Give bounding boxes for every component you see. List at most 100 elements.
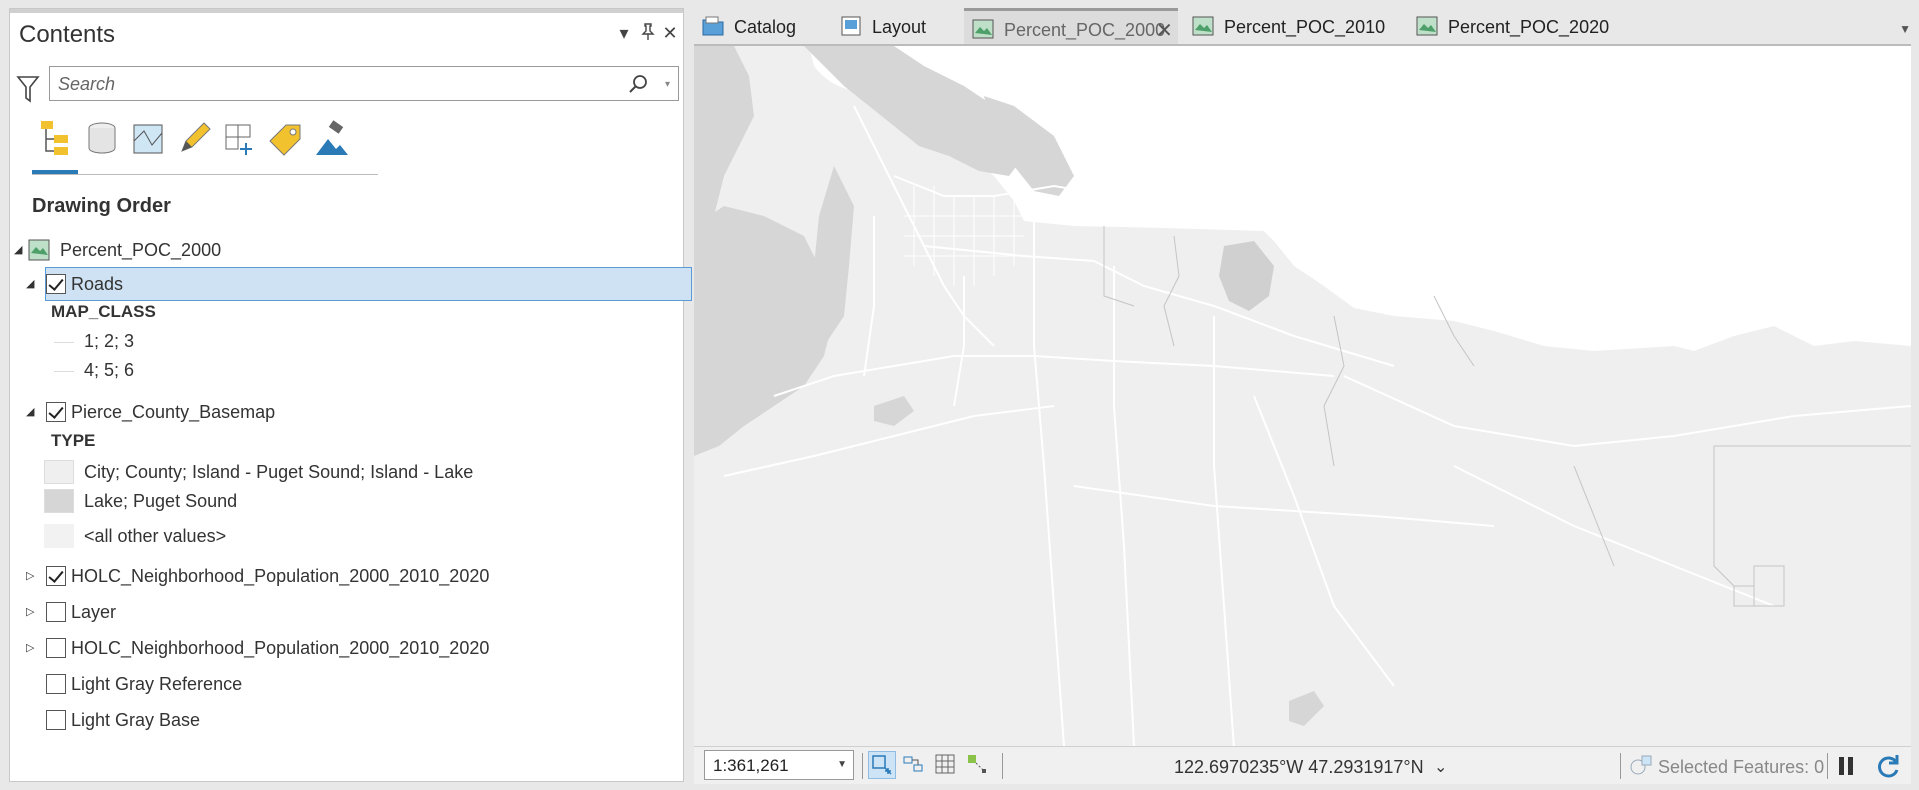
- arcgis-pro-window: Contents ▾ ✕ ▾: [0, 0, 1919, 790]
- layer-visibility-checkbox[interactable]: [46, 602, 66, 622]
- search-input[interactable]: [58, 73, 618, 95]
- layer-name: Roads: [71, 274, 124, 294]
- scale-value: 1:361,261: [713, 756, 789, 775]
- tab-percent-poc-2020[interactable]: Percent_POC_2020: [1408, 8, 1609, 44]
- tab-layout[interactable]: Layout: [832, 8, 952, 44]
- fixed-zoom-icon[interactable]: [868, 751, 896, 779]
- divider: [1827, 753, 1828, 779]
- tabs-overflow-chevron-icon[interactable]: ▼: [1899, 22, 1911, 36]
- map-status-bar: 1:361,261 ▼ 122.6970235°W 47.2931917°N ⌄…: [694, 746, 1911, 784]
- layout-icon: [840, 16, 862, 36]
- close-tab-icon[interactable]: ✕: [1156, 18, 1173, 43]
- legend-fill-swatch: [44, 460, 74, 484]
- legend-fill-swatch: [44, 524, 74, 548]
- layer-visibility-checkbox[interactable]: [46, 710, 66, 730]
- drawing-order-heading: Drawing Order: [32, 195, 171, 217]
- active-tool-indicator: [32, 170, 78, 174]
- tab-percent-poc-2010[interactable]: Percent_POC_2010: [1184, 8, 1386, 44]
- tab-label: Percent_POC_2010: [1224, 17, 1386, 37]
- grid-icon[interactable]: [932, 751, 960, 779]
- selected-features-icon[interactable]: [1628, 753, 1654, 779]
- map-icon: [1416, 16, 1438, 36]
- tab-percent-poc-2000[interactable]: Percent_POC_2000 ✕: [964, 8, 1178, 44]
- legend-class-label: 1; 2; 3: [84, 331, 135, 351]
- legend-field-heading: TYPE: [51, 431, 96, 450]
- list-by-editing-icon[interactable]: [174, 119, 214, 159]
- chevron-down-icon[interactable]: ⌄: [1434, 757, 1447, 777]
- list-by-perspective-imagery-icon[interactable]: [312, 119, 352, 159]
- layer-visibility-checkbox[interactable]: [46, 566, 66, 586]
- map-icon: [1192, 16, 1214, 36]
- tree-map-item[interactable]: ◢ Percent_POC_2000: [10, 233, 683, 267]
- legend-class-label: City; County; Island - Puget Sound; Isla…: [84, 462, 474, 482]
- tree-layer-group[interactable]: ▷ Layer: [10, 595, 683, 629]
- layer-name: Pierce_County_Basemap: [71, 402, 276, 422]
- tab-label: Catalog: [734, 17, 797, 37]
- expand-icon[interactable]: ▷: [26, 641, 38, 655]
- list-by-selection-icon[interactable]: [128, 119, 168, 159]
- collapse-icon[interactable]: ◢: [14, 243, 26, 257]
- layer-visibility-checkbox[interactable]: [46, 638, 66, 658]
- map-view[interactable]: [694, 44, 1911, 746]
- legend-line-swatch: [54, 371, 74, 372]
- divider: [1002, 753, 1003, 779]
- pin-icon[interactable]: [637, 23, 659, 46]
- legend-field-heading: MAP_CLASS: [51, 302, 156, 321]
- catalog-icon: [702, 16, 724, 36]
- layer-visibility-checkbox[interactable]: [46, 674, 66, 694]
- legend-class-label: Lake; Puget Sound: [84, 491, 238, 511]
- filter-icon[interactable]: [16, 74, 40, 104]
- divider: [1620, 753, 1621, 779]
- layer-name: HOLC_Neighborhood_Population_2000_2010_2…: [71, 566, 490, 586]
- search-options-chevron-icon[interactable]: ▾: [665, 79, 670, 90]
- layer-name: Light Gray Reference: [71, 674, 243, 694]
- contents-title: Contents: [19, 21, 116, 48]
- pane-menu-chevron-icon[interactable]: ▾: [613, 23, 635, 44]
- view-tabs: Catalog Layout Percent_POC_2000 ✕ Percen…: [694, 8, 1919, 46]
- contents-pane: Contents ▾ ✕ ▾: [9, 8, 692, 782]
- legend-fill-swatch: [44, 489, 74, 513]
- divider: [862, 753, 863, 779]
- list-by-snapping-icon[interactable]: [220, 119, 260, 159]
- tree-layer-reference[interactable]: Light Gray Reference: [10, 667, 683, 701]
- layer-name: Layer: [71, 602, 117, 622]
- tree-layer-roads[interactable]: ◢ Roads: [10, 267, 683, 301]
- layer-name: Light Gray Base: [71, 710, 201, 730]
- tab-label: Layout: [872, 17, 927, 37]
- tree-layer-holc[interactable]: ▷ HOLC_Neighborhood_Population_2000_2010…: [10, 631, 683, 665]
- snapping-icon[interactable]: [964, 751, 992, 779]
- tree-layer-base[interactable]: Light Gray Base: [10, 703, 683, 737]
- pause-drawing-icon[interactable]: [1837, 755, 1855, 777]
- search-box[interactable]: ▾: [49, 66, 679, 101]
- tree-layer-holc[interactable]: ▷ HOLC_Neighborhood_Population_2000_2010…: [10, 559, 683, 593]
- tab-label: Percent_POC_2000: [1004, 20, 1166, 40]
- selected-features-count: Selected Features: 0: [1658, 757, 1825, 777]
- scale-dropdown[interactable]: 1:361,261 ▼: [704, 750, 854, 780]
- layer-visibility-checkbox[interactable]: [46, 274, 66, 294]
- list-by-source-icon[interactable]: [82, 119, 122, 159]
- layer-visibility-checkbox[interactable]: [46, 402, 66, 422]
- list-by-labeling-icon[interactable]: [266, 119, 306, 159]
- legend-class-label: <all other values>: [84, 526, 227, 546]
- legend-class-label: 4; 5; 6: [84, 360, 135, 380]
- navigation-icon[interactable]: [900, 751, 928, 779]
- collapse-icon[interactable]: ◢: [26, 277, 38, 291]
- tree-layer-basemap[interactable]: ◢ Pierce_County_Basemap: [10, 395, 683, 429]
- collapse-icon[interactable]: ◢: [26, 405, 38, 419]
- legend-line-swatch: [54, 342, 74, 343]
- map-icon: [28, 239, 50, 261]
- refresh-icon[interactable]: [1874, 752, 1902, 780]
- pane-drag-bar[interactable]: [10, 9, 683, 13]
- contents-toolbar: [32, 115, 378, 175]
- tab-catalog[interactable]: Catalog: [694, 8, 804, 44]
- chevron-down-icon[interactable]: ▼: [837, 759, 847, 770]
- close-icon[interactable]: ✕: [659, 23, 681, 44]
- list-by-drawing-order-icon[interactable]: [36, 119, 76, 159]
- map-canvas[interactable]: [694, 46, 1911, 746]
- coordinate-readout: 122.6970235°W 47.2931917°N: [1174, 757, 1424, 777]
- expand-icon[interactable]: ▷: [26, 569, 38, 583]
- map-name: Percent_POC_2000: [60, 240, 222, 260]
- map-icon: [972, 19, 994, 39]
- expand-icon[interactable]: ▷: [26, 605, 38, 619]
- search-icon[interactable]: [628, 73, 650, 95]
